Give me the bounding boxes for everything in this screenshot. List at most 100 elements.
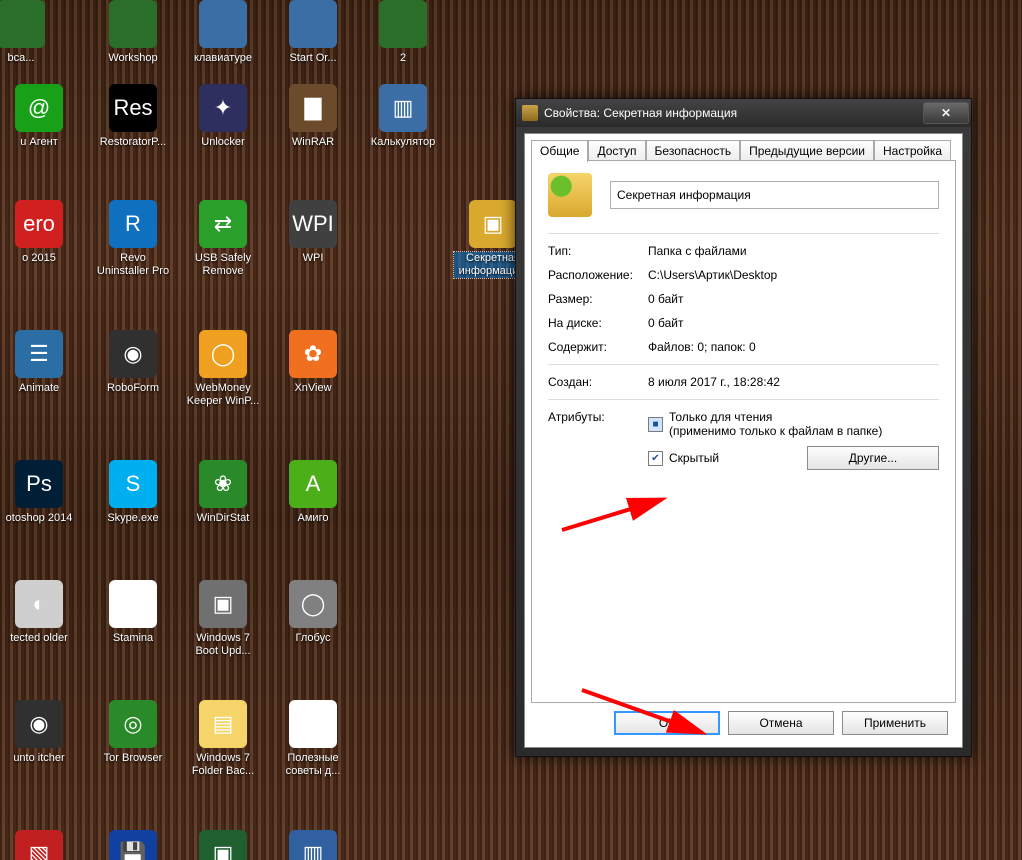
label-size-on-disk: На диске: [548,316,648,330]
desktop-icon-label: WebMoney Keeper WinP... [184,382,262,408]
cancel-button[interactable]: Отмена [728,711,834,735]
desktop-icon[interactable]: eroo 2015 [0,200,78,265]
other-attributes-button[interactable]: Другие... [807,446,939,470]
value-location: C:\Users\Артик\Desktop [648,268,939,282]
desktop-icon-label: Unlocker [184,136,262,149]
desktop-icon-label: Skype.exe [94,512,172,525]
label-location: Расположение: [548,268,648,282]
app-icon: ? [289,700,337,748]
desktop-icon[interactable]: ❀ WinDirStat [184,460,262,525]
desktop-icon[interactable]: @u Агент [0,84,78,149]
folder-icon [548,173,592,217]
app-icon: S [109,460,157,508]
desktop-icon-label: Revo Uninstaller Pro [94,252,172,278]
desktop-icon-label: WinDirStat [184,512,262,525]
app-icon: ✦ [199,84,247,132]
desktop-icon[interactable]: ↖ Stamina [94,580,172,645]
desktop-icon[interactable]: ▥Калькулятор [364,84,442,149]
checkbox-hidden-label: Скрытый [669,451,719,465]
app-icon: ◉ [15,700,63,748]
desktop-icon[interactable]: S Skype.exe [94,460,172,525]
dialog-client: Общие Доступ Безопасность Предыдущие вер… [524,133,963,748]
close-button[interactable]: ✕ [923,102,969,124]
desktop-icon-label: Workshop [94,52,172,65]
checkbox-readonly-label: Только для чтения [669,410,772,424]
separator [548,233,939,234]
desktop-icon-label: otoshop 2014 [0,512,78,525]
app-icon: A [289,460,337,508]
app-icon: ❀ [199,460,247,508]
app-icon: ▣ [469,200,517,248]
tab-page-general: Секретная информация Тип: Папка с файлам… [531,160,956,703]
desktop-icon[interactable]: ▥ [274,830,352,860]
apply-button[interactable]: Применить [842,711,948,735]
desktop-icon-label: Windows 7 Boot Upd... [184,632,262,658]
value-created: 8 июля 2017 г., 18:28:42 [648,375,939,389]
desktop-icon[interactable]: WPIWPI [274,200,352,265]
desktop-icon-label: Animate [0,382,78,395]
app-icon: ⇄ [199,200,247,248]
desktop-icon[interactable]: ◐tected older [0,580,78,645]
desktop-icon-label: Stamina [94,632,172,645]
app-icon: ↖ [109,580,157,628]
desktop-icon-label: bca... [0,52,60,65]
tab-sharing[interactable]: Доступ [588,140,645,162]
tab-security[interactable]: Безопасность [646,140,741,162]
desktop-icon[interactable]: ▧ [0,830,78,860]
desktop-icon[interactable]: ▣ [184,830,262,860]
titlebar[interactable]: Свойства: Секретная информация ✕ [516,99,971,127]
folder-name-value: Секретная информация [617,188,751,202]
desktop-icon[interactable]: ⇄USB Safely Remove [184,200,262,278]
desktop-icon-label: Глобус [274,632,352,645]
desktop-icon[interactable]: Start Or... [274,0,352,65]
app-icon: ▧ [15,830,63,860]
label-attributes: Атрибуты: [548,410,648,470]
app-icon [379,0,427,48]
desktop-icon-label: Windows 7 Folder Bac... [184,752,262,778]
app-icon: ◯ [289,580,337,628]
folder-small-icon [522,105,538,121]
desktop-icon[interactable]: ◉ unto itcher [0,700,78,765]
desktop-icon[interactable]: ◯ Глобус [274,580,352,645]
desktop-icon[interactable]: клавиатуре [184,0,262,65]
folder-name-input[interactable]: Секретная информация [610,181,939,209]
desktop-icon[interactable]: R Revo Uninstaller Pro [94,200,172,278]
desktop-icon[interactable]: ◎Tor Browser [94,700,172,765]
desktop-icon[interactable]: ?Полезные советы д... [274,700,352,778]
app-icon: R [109,200,157,248]
tab-general[interactable]: Общие [531,140,588,162]
value-contains: Файлов: 0; папок: 0 [648,340,939,354]
checkbox-readonly[interactable]: ■ Только для чтения (применимо только к … [648,410,939,438]
tab-previous-versions[interactable]: Предыдущие версии [740,140,874,162]
checkbox-hidden[interactable]: ✔ Скрытый [648,451,719,466]
desktop-icon[interactable]: ResRestoratorP... [94,84,172,149]
desktop-icon[interactable]: ▣Windows 7 Boot Upd... [184,580,262,658]
desktop-icon[interactable]: 💾 [94,830,172,860]
desktop-icon[interactable]: bca... [0,0,60,65]
tab-customize[interactable]: Настройка [874,140,951,162]
app-icon: @ [15,84,63,132]
desktop-icon[interactable]: ◉RoboForm [94,330,172,395]
desktop-icon[interactable]: Psotoshop 2014 [0,460,78,525]
desktop-icon-label: tected older [0,632,78,645]
value-type: Папка с файлами [648,244,939,258]
label-contains: Содержит: [548,340,648,354]
desktop-icon[interactable]: ✿XnView [274,330,352,395]
desktop-icon[interactable]: ◯WebMoney Keeper WinP... [184,330,262,408]
tabstrip: Общие Доступ Безопасность Предыдущие вер… [531,139,956,161]
desktop-icon[interactable]: ▇WinRAR [274,84,352,149]
desktop-icon-label: unto itcher [0,752,78,765]
app-icon: ✿ [289,330,337,378]
desktop-icon[interactable]: ✦ Unlocker [184,84,262,149]
ok-button[interactable]: ОК [614,711,720,735]
app-icon [199,0,247,48]
desktop-icon[interactable]: 2 [364,0,442,65]
app-icon: ☰ [15,330,63,378]
desktop-icon[interactable]: Workshop [94,0,172,65]
desktop-icon-label: Start Or... [274,52,352,65]
desktop-icon[interactable]: ▤ Windows 7 Folder Bac... [184,700,262,778]
app-icon: ▤ [199,700,247,748]
desktop-icon[interactable]: AАмиго [274,460,352,525]
desktop-icon[interactable]: ☰ Animate [0,330,78,395]
checkbox-readonly-box: ■ [648,417,663,432]
